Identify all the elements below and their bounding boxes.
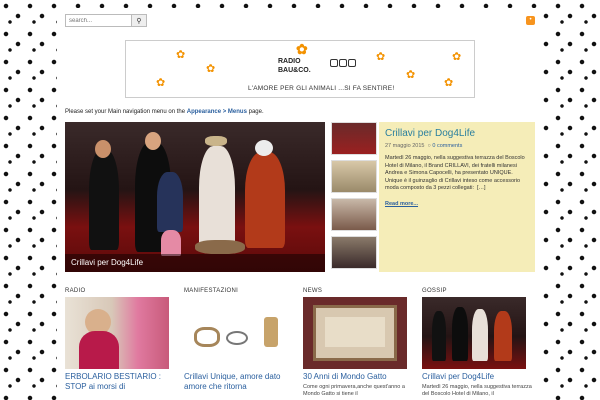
category-post-title[interactable]: 30 Anni di Mondo Gatto [303,372,417,382]
featured-image [65,122,325,272]
rss-icon[interactable]: • [526,16,535,25]
category-post-title[interactable]: Crillavi per Dog4Life [422,372,536,382]
category-post-excerpt: Martedì 26 maggio, nella suggestiva terr… [422,384,532,397]
read-more-link[interactable]: Read more... [385,201,529,207]
slider-thumbnails [331,122,377,272]
post-date: 27 maggio 2015 [385,143,425,149]
post-excerpt-text: Martedì 26 maggio, nella suggestiva terr… [385,155,525,191]
nav-note-prefix: Please set your Main navigation menu on … [65,109,187,115]
top-bar: ⚲ • [65,14,535,28]
paw-icon: ✿ [444,77,454,89]
category-label[interactable]: RADIO [65,288,179,294]
featured-slider[interactable]: Crillavi per Dog4Life [65,122,325,272]
category-image[interactable] [65,297,169,369]
paw-icon: ✿ [176,49,186,61]
category-block-news: NEWS 30 Anni di Mondo Gatto Come ogni pr… [303,288,417,400]
slider-thumbnail[interactable] [331,236,377,269]
category-image[interactable] [422,297,526,369]
category-image[interactable] [303,297,407,369]
paw-icon: ✿ [406,69,416,81]
post-excerpt: Martedì 26 maggio, nella suggestiva terr… [385,155,529,193]
nav-notice: Please set your Main navigation menu on … [65,109,264,115]
category-label[interactable]: GOSSIP [422,288,536,294]
appearance-menus-link[interactable]: Appearance > Menus [187,109,247,115]
category-block-gossip: GOSSIP Crillavi per Dog4Life Martedì 26 … [422,288,536,400]
nav-note-suffix: page. [246,109,264,115]
featured-caption[interactable]: Crillavi per Dog4Life [65,254,325,272]
magnifier-icon: ⚲ [136,17,142,25]
category-post-title[interactable]: Crillavi Unique, amore dato amore che ri… [184,372,298,392]
featured-post: Crillavi per Dog4Life 27 maggio 2015 ○ 0… [379,122,535,272]
category-post-title[interactable]: ERBOLARIO BESTIARIO : STOP ai morsi di [65,372,179,392]
category-label[interactable]: NEWS [303,288,417,294]
slider-thumbnail[interactable] [331,122,377,155]
radio-logo: ✿ RADIO BAU&CO. [278,41,356,77]
slider-thumbnail[interactable] [331,160,377,193]
dog-paw-icon: ✿ [296,41,308,57]
post-meta: 27 maggio 2015 ○ 0 comments [385,143,529,149]
paw-icon: ✿ [452,51,462,63]
banner-tagline: L'AMORE PER GLI ANIMALI ...SI FA SENTIRE… [248,85,395,92]
category-post-excerpt: Come ogni primavera,anche quest'anno a M… [303,384,405,397]
logo-line-1: RADIO [278,58,301,65]
paw-icon: ✿ [376,51,386,63]
page-container: ⚲ • ✿ ✿ ✿ ✿ ✿ ✿ ✿ ✿ RADIO BAU&CO. L'AMOR… [57,8,543,400]
category-image[interactable] [184,297,288,369]
advertising-banner[interactable]: ✿ ✿ ✿ ✿ ✿ ✿ ✿ ✿ RADIO BAU&CO. L'AMORE PE… [125,40,475,98]
comment-icon: ○ [427,143,431,149]
category-block-manifestazioni: MANIFESTAZIONI Crillavi Unique, amore da… [184,288,298,400]
paw-icon: ✿ [156,77,166,89]
post-title[interactable]: Crillavi per Dog4Life [385,128,529,139]
paw-icon: ✿ [206,63,216,75]
logo-line-2: BAU&CO. [278,67,311,74]
slider-thumbnail[interactable] [331,198,377,231]
logo-badge-icons [330,59,358,69]
category-block-radio: RADIO ERBOLARIO BESTIARIO : STOP ai mors… [65,288,179,400]
post-ellipsis: […] [477,185,486,191]
category-label[interactable]: MANIFESTAZIONI [184,288,298,294]
post-comments-link[interactable]: 0 comments [432,143,462,149]
search-button[interactable]: ⚲ [131,14,147,27]
